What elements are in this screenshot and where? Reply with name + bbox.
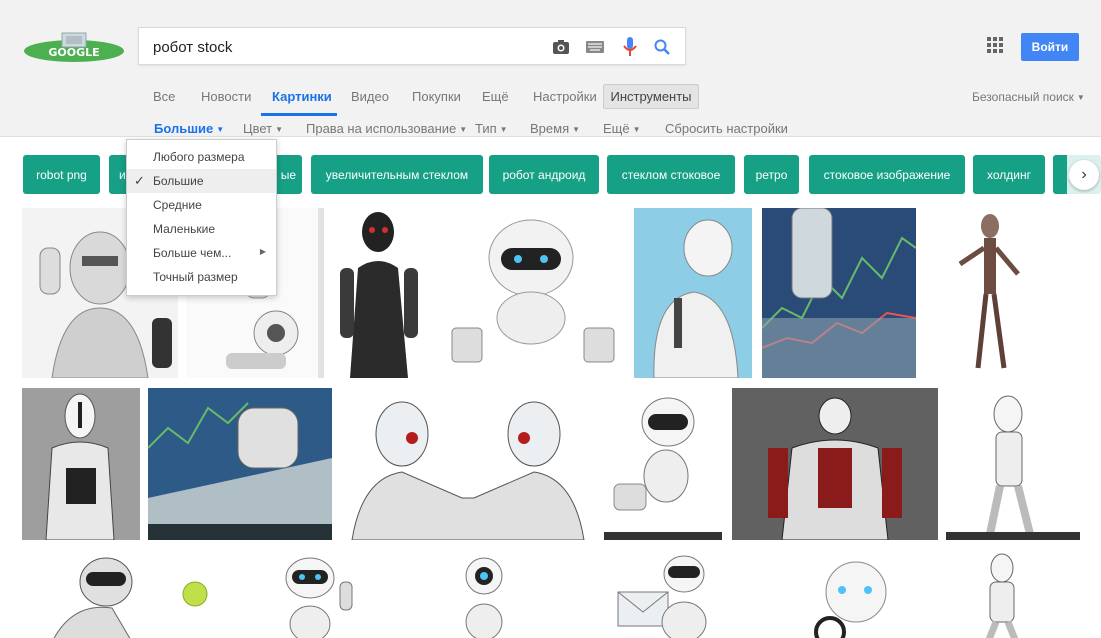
filter-type-label: Тип: [475, 121, 497, 136]
caret-down-icon: ▼: [499, 125, 508, 134]
size-option-any[interactable]: Любого размера: [127, 145, 276, 169]
google-doodle-logo[interactable]: GOOGLE: [22, 31, 126, 63]
filter-size-label: Большие: [154, 121, 214, 136]
size-option-label: Больше чем...: [153, 246, 232, 260]
search-input[interactable]: [153, 37, 533, 57]
caret-down-icon: ▼: [459, 125, 468, 134]
microphone-icon[interactable]: [620, 37, 640, 57]
filter-more-label: Ещё: [603, 121, 630, 136]
chip-item[interactable]: стеклом стоковое: [607, 155, 735, 194]
checkmark-icon: ✓: [134, 173, 145, 188]
size-option-large[interactable]: ✓ Большие: [127, 169, 276, 193]
keyboard-icon[interactable]: [585, 37, 605, 57]
caret-down-icon: ▼: [572, 125, 581, 134]
image-result[interactable]: [762, 208, 916, 378]
filter-type[interactable]: Тип ▼: [475, 121, 508, 136]
image-result[interactable]: [604, 388, 722, 540]
sign-in-button[interactable]: Войти: [1021, 33, 1079, 61]
image-result[interactable]: [946, 388, 1080, 540]
chip-item[interactable]: robot png: [23, 155, 100, 194]
size-filter-menu: Любого размера ✓ Большие Средние Маленьки…: [126, 139, 277, 296]
caret-down-icon: ▼: [1076, 93, 1085, 102]
image-result[interactable]: [22, 552, 152, 638]
chip-item[interactable]: холдинг: [973, 155, 1045, 194]
filter-more[interactable]: Ещё ▼: [603, 121, 641, 136]
chip-item[interactable]: увеличительным стеклом: [311, 155, 483, 194]
image-result[interactable]: [948, 208, 1030, 378]
image-result[interactable]: [342, 388, 594, 540]
filter-time[interactable]: Время ▼: [530, 121, 580, 136]
size-option-small[interactable]: Маленькие: [127, 217, 276, 241]
logo-text: GOOGLE: [48, 46, 99, 59]
tab-news[interactable]: Новости: [201, 89, 251, 104]
header-bar: [0, 0, 1101, 137]
filter-usage-rights[interactable]: Права на использование ▼: [306, 121, 467, 136]
filter-bar: Большие ▼ Цвет ▼ Права на использование ▼ Т…: [0, 120, 1101, 140]
image-result[interactable]: [438, 552, 538, 638]
size-option-label: Маленькие: [153, 222, 215, 236]
tab-settings[interactable]: Настройки: [533, 89, 597, 104]
image-result[interactable]: [600, 552, 730, 638]
camera-icon[interactable]: [551, 37, 571, 57]
search-tabs: Все Новости Картинки Видео Покупки Ещё Н…: [0, 82, 1101, 112]
filter-size[interactable]: Большие ▼: [154, 121, 224, 136]
filter-reset[interactable]: Сбросить настройки: [665, 121, 788, 136]
tab-video[interactable]: Видео: [351, 89, 389, 104]
filter-color[interactable]: Цвет ▼: [243, 121, 283, 136]
safe-search-toggle[interactable]: Безопасный поиск ▼: [972, 90, 1085, 104]
image-result[interactable]: [330, 208, 428, 378]
image-result[interactable]: [968, 552, 1038, 638]
search-box: [138, 27, 686, 65]
image-result[interactable]: [170, 552, 230, 638]
caret-down-icon: ▼: [632, 125, 641, 134]
size-option-medium[interactable]: Средние: [127, 193, 276, 217]
submenu-arrow-icon: ▶: [259, 247, 266, 256]
image-result[interactable]: [732, 388, 938, 540]
image-result[interactable]: [790, 552, 920, 638]
filter-color-label: Цвет: [243, 121, 273, 136]
chip-item[interactable]: стоковое изображение: [809, 155, 965, 194]
active-tab-indicator: [261, 113, 337, 116]
size-option-label: Любого размера: [153, 150, 245, 164]
tab-images[interactable]: Картинки: [272, 89, 332, 104]
chips-scroll-right[interactable]: ›: [1067, 155, 1101, 194]
image-result[interactable]: [254, 552, 374, 638]
size-option-larger-than[interactable]: Больше чем... ▶: [127, 241, 276, 265]
filter-time-label: Время: [530, 121, 570, 136]
caret-down-icon: ▼: [275, 125, 284, 134]
image-result[interactable]: [634, 208, 752, 378]
chip-item[interactable]: ретро: [744, 155, 799, 194]
size-option-exact[interactable]: Точный размер: [127, 265, 276, 289]
filter-usage-rights-label: Права на использование: [306, 121, 457, 136]
chip-item[interactable]: робот андроид: [489, 155, 599, 194]
image-result[interactable]: [436, 208, 626, 378]
size-option-label: Средние: [153, 198, 202, 212]
image-result[interactable]: [148, 388, 332, 540]
apps-grid-icon[interactable]: [987, 37, 1003, 53]
safe-search-label: Безопасный поиск: [972, 90, 1074, 104]
tab-all[interactable]: Все: [153, 89, 175, 104]
size-option-label: Точный размер: [153, 270, 238, 284]
search-icon[interactable]: [652, 37, 672, 57]
tab-more[interactable]: Ещё: [482, 89, 509, 104]
caret-down-icon: ▼: [216, 125, 225, 134]
tools-button[interactable]: Инструменты: [603, 84, 699, 109]
image-result[interactable]: [22, 388, 140, 540]
size-option-label: Большие: [153, 174, 204, 188]
chevron-right-icon: ›: [1069, 159, 1099, 190]
tab-shopping[interactable]: Покупки: [412, 89, 461, 104]
